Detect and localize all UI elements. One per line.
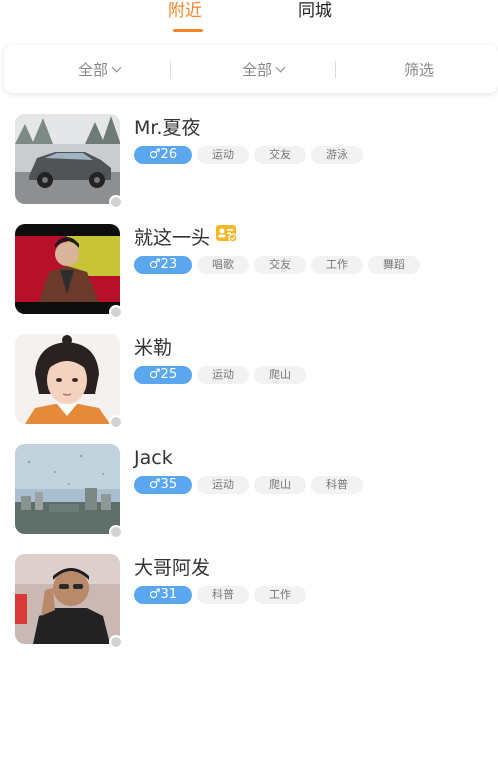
active-tab-indicator [173,29,203,32]
age-text: 31 [160,587,178,602]
interest-tag: 工作 [254,586,306,604]
age-text: 23 [160,257,178,272]
user-tags: ♂ 23 唱歌 交友 工作 舞蹈 [134,256,420,274]
user-row[interactable]: 大哥阿发 ♂ 31 科普 工作 [0,550,498,650]
interest-tag: 交友 [254,256,306,274]
user-tags: ♂ 31 科普 工作 [134,586,306,604]
avatar-man-on-red-photo[interactable] [15,224,120,314]
gender-age-badge: ♂ 25 [134,366,192,384]
tab-nearby[interactable]: 附近 [168,0,202,22]
online-status-dot [109,415,123,429]
online-status-dot [109,525,123,539]
filter-all-2-dropdown[interactable]: 全部 [198,45,328,93]
interest-tag: 舞蹈 [368,256,420,274]
chevron-down-icon [275,62,286,72]
interest-tag: 科普 [311,476,363,494]
avatar-man-on-phone-photo[interactable] [15,554,120,644]
avatar-car-photo[interactable] [15,114,120,204]
filter-bar: 全部 全部 筛选 [4,45,498,93]
online-status-dot [109,305,123,319]
user-name-row: 就这一头 [134,225,238,250]
filter-all-1-dropdown[interactable]: 全部 [34,45,164,93]
user-name: 米勒 [134,337,173,359]
interest-tag: 工作 [311,256,363,274]
interest-tag: 运动 [197,366,249,384]
interest-tag: 爬山 [254,476,306,494]
chevron-down-icon [111,62,122,72]
filter-all-2-label: 全部 [241,60,272,79]
filter-screen-label: 筛选 [403,60,434,79]
user-name: Jack [134,447,173,469]
gender-age-badge: ♂ 35 [134,476,192,494]
user-name: Mr.夏夜 [134,117,201,139]
user-tags: ♂ 25 运动 爬山 [134,366,306,384]
interest-tag: 交友 [254,146,306,164]
interest-tag: 游泳 [311,146,363,164]
interest-tag: 科普 [197,586,249,604]
filter-divider [335,61,336,78]
male-icon: ♂ [148,367,161,382]
user-tags: ♂ 26 运动 交友 游泳 [134,146,363,164]
interest-tag: 唱歌 [197,256,249,274]
gender-age-badge: ♂ 23 [134,256,192,274]
male-icon: ♂ [148,587,161,602]
user-name: 大哥阿发 [134,557,211,579]
avatar-city-window-photo[interactable] [15,444,120,534]
filter-all-1-label: 全部 [77,60,108,79]
verified-id-icon [216,225,238,249]
interest-tag: 爬山 [254,366,306,384]
filter-divider [170,61,171,78]
user-row[interactable]: 米勒 ♂ 25 运动 爬山 [0,330,498,430]
top-tab-bar: 附近 同城 [0,0,498,34]
age-text: 26 [160,147,178,162]
user-row[interactable]: 就这一头 ♂ 23 唱歌 交友 工作 舞蹈 [0,220,498,320]
interest-tag: 运动 [197,476,249,494]
gender-age-badge: ♂ 26 [134,146,192,164]
online-status-dot [109,635,123,649]
avatar-illustrated-portrait[interactable] [15,334,120,424]
user-name: 就这一头 [134,227,211,249]
user-tags: ♂ 35 运动 爬山 科普 [134,476,363,494]
interest-tag: 运动 [197,146,249,164]
age-text: 35 [160,477,178,492]
male-icon: ♂ [148,477,161,492]
tab-same-city[interactable]: 同城 [298,0,332,22]
user-row[interactable]: Jack ♂ 35 运动 爬山 科普 [0,440,498,540]
user-row[interactable]: Mr.夏夜 ♂ 26 运动 交友 游泳 [0,110,498,210]
male-icon: ♂ [148,257,161,272]
filter-screen-button[interactable]: 筛选 [354,45,484,93]
online-status-dot [109,195,123,209]
male-icon: ♂ [148,147,161,162]
gender-age-badge: ♂ 31 [134,586,192,604]
age-text: 25 [160,367,178,382]
